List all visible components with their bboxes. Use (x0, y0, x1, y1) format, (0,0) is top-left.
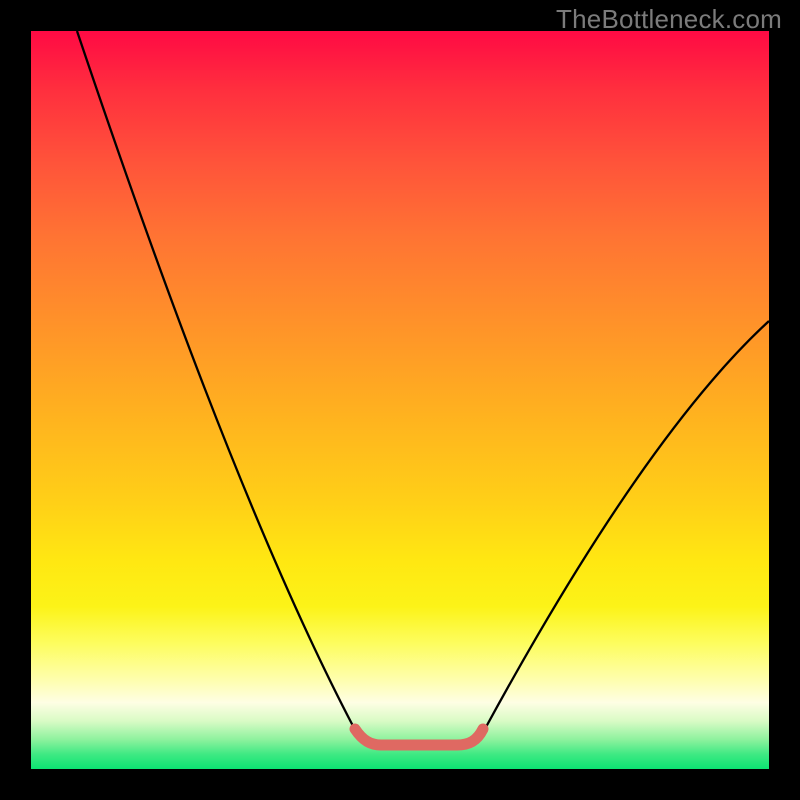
plot-area (31, 31, 769, 769)
bottleneck-curve (77, 31, 769, 745)
chart-frame: TheBottleneck.com (0, 0, 800, 800)
bottleneck-flat-highlight (355, 729, 483, 745)
watermark-label: TheBottleneck.com (556, 4, 782, 35)
chart-svg (31, 31, 769, 769)
